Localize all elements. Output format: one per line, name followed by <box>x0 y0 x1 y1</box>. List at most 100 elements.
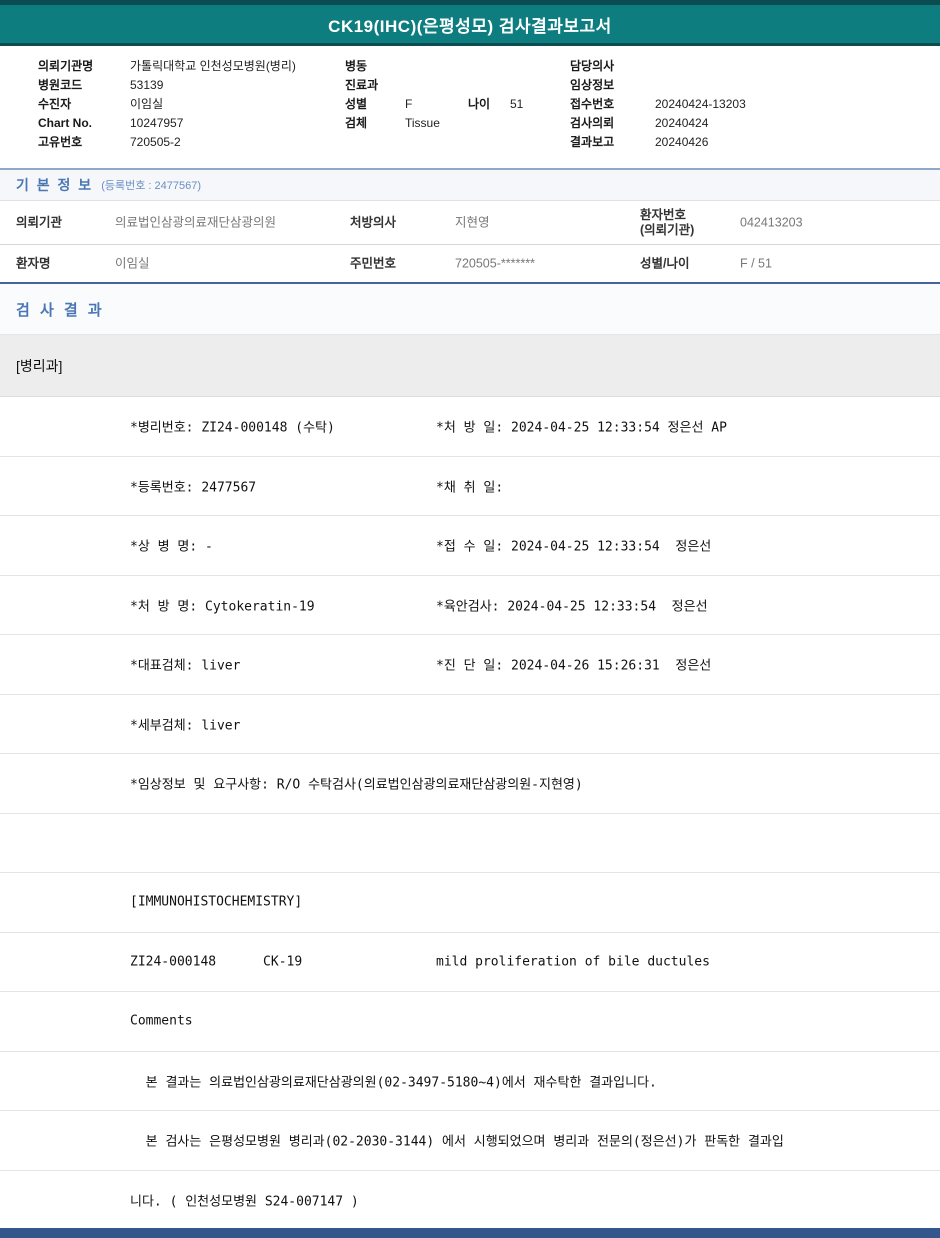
result-left: *처 방 명: Cytokeratin-19 <box>130 599 315 615</box>
field-requesting-org: 의뢰기관명 가톨릭대학교 인천성모병원(병리) <box>38 57 296 76</box>
patient-header-col-right: 담당의사 임상정보 접수번호 20240424-13203 검사의뢰 2024042… <box>570 57 746 152</box>
field-value: 20240426 <box>655 135 709 149</box>
result-left: ZI24-000148 CK-19 <box>130 954 303 970</box>
field-label: 성별 <box>345 97 368 111</box>
field-value: 10247957 <box>130 116 184 130</box>
field-label: 검체 <box>345 116 368 130</box>
field-value: 720505-2 <box>130 135 181 149</box>
basic-info-registration-no: (등록번호 : 2477567) <box>101 180 202 192</box>
result-row: *병리번호: ZI24-000148 (수탁) *처 방 일: 2024-04-2… <box>0 397 940 457</box>
result-left: *임상정보 및 요구사항: R/O 수탁검사(의료법인삼광의료재단삼광의원-지현… <box>130 777 583 793</box>
field-value: 가톨릭대학교 인천성모병원(병리) <box>130 59 296 73</box>
field-report-date: 결과보고 20240426 <box>570 133 746 152</box>
result-row: *처 방 명: Cytokeratin-19 *육안검사: 2024-04-25 … <box>0 575 940 635</box>
value-sex-age: F / 51 <box>740 256 772 270</box>
basic-info-row-2: 환자명 이임실 주민번호 720505-******* 성별/나이 F / 51 <box>0 245 940 282</box>
result-row-ihc-header: [IMMUNOHISTOCHEMISTRY] <box>0 873 940 933</box>
result-row-comment: 본 결과는 의료법인삼광의료재단삼광의원(02-3497-5180~4)에서 재… <box>0 1051 940 1111</box>
result-row: *대표검체: liver *진 단 일: 2024-04-26 15:26:31 … <box>0 635 940 695</box>
report-title-bar: CK19(IHC)(은평성모) 검사결과보고서 <box>0 0 940 46</box>
result-right: mild proliferation of bile ductules <box>436 954 710 970</box>
field-value: Tissue <box>405 116 440 130</box>
patient-header-col-left: 의뢰기관명 가톨릭대학교 인천성모병원(병리) 병원코드 53139 수진자 이임실 … <box>38 57 296 152</box>
field-accession-no: 접수번호 20240424-13203 <box>570 95 746 114</box>
field-value: 53139 <box>130 78 164 92</box>
field-attending-doctor: 담당의사 <box>570 57 746 76</box>
result-row: *세부검체: liver <box>0 694 940 754</box>
field-value-sex: F <box>405 97 413 111</box>
result-left: *병리번호: ZI24-000148 (수탁) <box>130 420 335 436</box>
department-label: [병리과] <box>16 357 63 374</box>
result-right: *채 취 일: <box>436 480 504 496</box>
result-right: *접 수 일: 2024-04-25 12:33:54 정은선 <box>436 539 712 555</box>
label-prescribing-doctor: 처방의사 <box>350 215 397 229</box>
department-band: [병리과] <box>0 335 940 397</box>
value-patient-no: 042413203 <box>740 215 803 229</box>
field-label: 고유번호 <box>38 135 83 149</box>
result-left: 본 결과는 의료법인삼광의료재단삼광의원(02-3497-5180~4)에서 재… <box>130 1075 657 1091</box>
value-requesting-org: 의료법인삼광의료재단삼광의원 <box>115 215 277 229</box>
report-title: CK19(IHC)(은평성모) 검사결과보고서 <box>328 16 612 36</box>
value-patient-name: 이임실 <box>115 256 150 270</box>
result-row: *상 병 명: - *접 수 일: 2024-04-25 12:33:54 정은선 <box>0 516 940 576</box>
field-sex-age: 성별 F 나이 51 <box>345 95 523 114</box>
value-resident-no: 720505-******* <box>455 256 535 270</box>
result-left: *등록번호: 2477567 <box>130 480 257 496</box>
field-value: 20240424-13203 <box>655 97 746 111</box>
result-rows: *병리번호: ZI24-000148 (수탁) *처 방 일: 2024-04-2… <box>0 397 940 1230</box>
result-left: [IMMUNOHISTOCHEMISTRY] <box>130 894 303 910</box>
field-unique-no: 고유번호 720505-2 <box>38 133 296 152</box>
field-label: 검사의뢰 <box>570 116 615 130</box>
field-value: 20240424 <box>655 116 709 130</box>
field-label: 병동 <box>345 59 368 73</box>
label-patient-name: 환자명 <box>16 256 51 270</box>
result-right: *육안검사: 2024-04-25 12:33:54 정은선 <box>436 599 708 615</box>
result-row-empty <box>0 813 940 873</box>
label-sex-age: 성별/나이 <box>640 256 690 270</box>
label-resident-no: 주민번호 <box>350 256 397 270</box>
field-label: 진료과 <box>345 78 379 92</box>
result-section-header: 검 사 결 과 <box>0 284 940 335</box>
field-label-age: 나이 <box>468 97 491 111</box>
field-specimen: 검체 Tissue <box>345 114 523 133</box>
result-row-comments-header: Comments <box>0 992 940 1052</box>
field-examinee: 수진자 이임실 <box>38 95 296 114</box>
field-label: 접수번호 <box>570 97 615 111</box>
field-ward: 병동 <box>345 57 523 76</box>
result-left: *세부검체: liver <box>130 718 241 734</box>
field-label: 담당의사 <box>570 59 615 73</box>
result-row: *임상정보 및 요구사항: R/O 수탁검사(의료법인삼광의료재단삼광의원-지현… <box>0 754 940 814</box>
patient-header-col-middle: 병동 진료과 성별 F 나이 51 검체 Tissue <box>345 57 523 133</box>
footer-bar <box>0 1228 940 1238</box>
label-patient-no: 환자번호 (의뢰기관) <box>640 207 695 237</box>
result-left: *대표검체: liver <box>130 658 241 674</box>
field-label: 의뢰기관명 <box>38 59 94 73</box>
value-prescribing-doctor: 지현영 <box>455 215 490 229</box>
basic-info-title: 기 본 정 보 <box>16 177 94 193</box>
result-section-title: 검 사 결 과 <box>16 301 105 319</box>
result-left: Comments <box>130 1013 193 1029</box>
report-page: CK19(IHC)(은평성모) 검사결과보고서 의뢰기관명 가톨릭대학교 인천성모… <box>0 0 940 1238</box>
field-chart-no: Chart No. 10247957 <box>38 114 296 133</box>
field-label: Chart No. <box>38 116 92 130</box>
field-label: 병원코드 <box>38 78 83 92</box>
patient-header: 의뢰기관명 가톨릭대학교 인천성모병원(병리) 병원코드 53139 수진자 이임실 … <box>0 46 940 168</box>
label-requesting-org: 의뢰기관 <box>16 215 63 229</box>
field-order-date: 검사의뢰 20240424 <box>570 114 746 133</box>
field-value-age: 51 <box>510 97 524 111</box>
field-label: 임상정보 <box>570 78 615 92</box>
result-row: *등록번호: 2477567 *채 취 일: <box>0 456 940 516</box>
result-row-comment: 니다. ( 인천성모병원 S24-007147 ) <box>0 1170 940 1230</box>
field-value: 이임실 <box>130 97 164 111</box>
field-hospital-code: 병원코드 53139 <box>38 76 296 95</box>
result-right: *진 단 일: 2024-04-26 15:26:31 정은선 <box>436 658 712 674</box>
result-right: *처 방 일: 2024-04-25 12:33:54 정은선 AP <box>436 420 727 436</box>
result-left: *상 병 명: - <box>130 539 213 555</box>
field-label: 결과보고 <box>570 135 615 149</box>
field-department: 진료과 <box>345 76 523 95</box>
basic-info-row-1: 의뢰기관 의료법인삼광의료재단삼광의원 처방의사 지현영 환자번호 (의뢰기관)… <box>0 201 940 245</box>
field-clinical-info: 임상정보 <box>570 76 746 95</box>
result-left: 니다. ( 인천성모병원 S24-007147 ) <box>130 1194 359 1210</box>
basic-info-section-header: 기 본 정 보 (등록번호 : 2477567) <box>0 168 940 201</box>
result-left: 본 검사는 은평성모병원 병리과(02-2030-3144) 에서 시행되었으며… <box>130 1134 784 1150</box>
